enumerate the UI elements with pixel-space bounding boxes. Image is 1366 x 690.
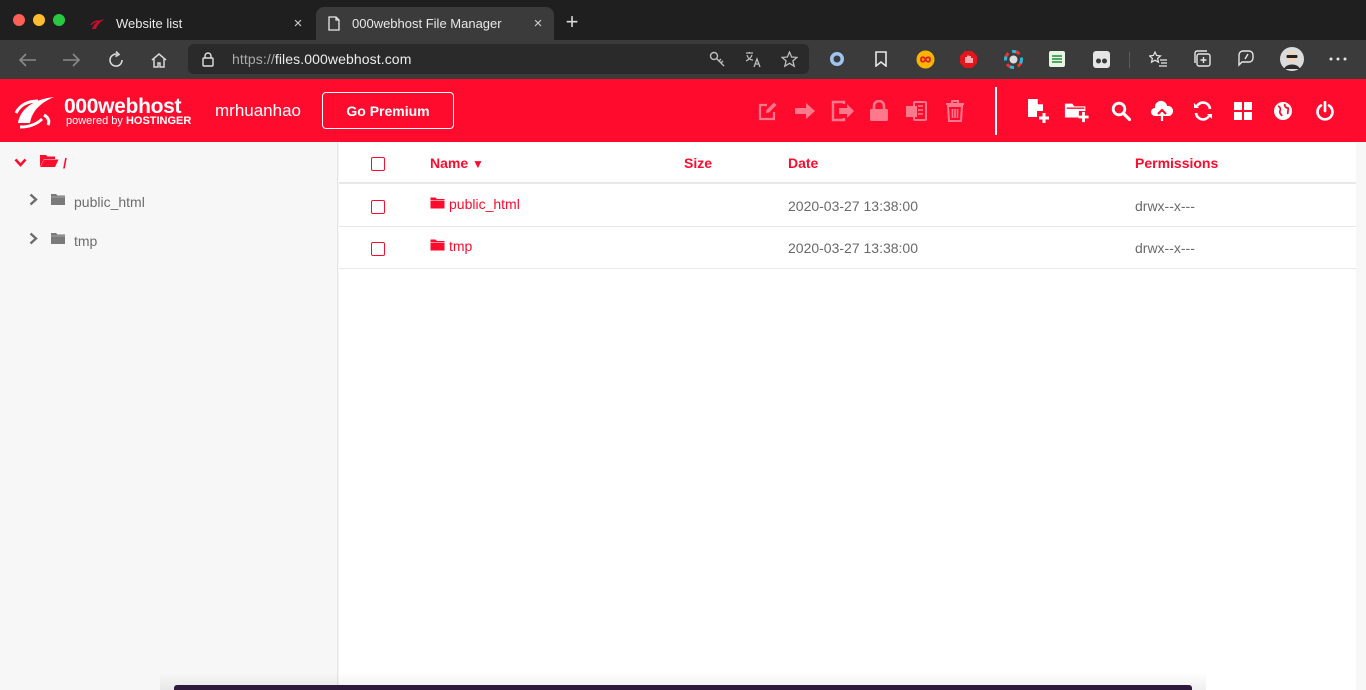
reload-icon[interactable] — [102, 46, 130, 74]
app-header: 000webhost powered by HOSTINGER mrhuanha… — [0, 79, 1366, 142]
page-icon — [326, 16, 342, 32]
file-date: 2020-03-27 13:38:00 — [788, 198, 918, 214]
tree-root-label: / — [63, 155, 67, 171]
favorite-star-icon[interactable] — [780, 50, 798, 68]
select-all-checkbox[interactable] — [371, 157, 385, 171]
globe-icon[interactable] — [1270, 98, 1296, 124]
home-icon[interactable] — [145, 46, 173, 74]
file-name-link[interactable]: tmp — [430, 238, 472, 254]
minimize-window-button[interactable] — [33, 14, 45, 26]
key-icon[interactable] — [708, 50, 726, 68]
favorites-list-icon[interactable] — [1148, 49, 1168, 69]
close-window-button[interactable] — [13, 14, 25, 26]
page-edge — [1356, 142, 1366, 690]
tab-file-manager[interactable]: 000webhost File Manager × — [316, 7, 554, 40]
address-bar[interactable]: https://files.000webhost.com — [188, 44, 809, 74]
tab-website-list[interactable]: Website list × — [80, 7, 314, 40]
browser-toolbar: https://files.000webhost.com — [0, 40, 1366, 79]
new-tab-button[interactable]: + — [562, 11, 582, 33]
tree-item-label: public_html — [74, 194, 145, 210]
search-icon[interactable] — [1108, 98, 1134, 124]
lock-icon — [202, 52, 214, 72]
upload-cloud-icon[interactable] — [1149, 98, 1175, 124]
file-list: Name ▼ Size Date Permissions public_html… — [339, 142, 1356, 690]
power-logout-icon[interactable] — [1312, 98, 1338, 124]
file-date: 2020-03-27 13:38:00 — [788, 240, 918, 256]
bookmark-icon[interactable] — [871, 49, 891, 69]
table-header: Name ▼ Size Date Permissions — [339, 142, 1356, 184]
tree-root[interactable]: / — [14, 152, 67, 174]
refresh-icon[interactable] — [1190, 98, 1216, 124]
profile-avatar[interactable] — [1280, 47, 1304, 71]
table-row[interactable]: public_html 2020-03-27 13:38:00 drwx--x-… — [339, 185, 1356, 227]
rename-edit-icon[interactable] — [755, 98, 781, 124]
copy-export-icon[interactable] — [830, 98, 856, 124]
forward-arrow-icon[interactable] — [57, 46, 85, 74]
file-name-link[interactable]: public_html — [430, 196, 520, 212]
color-picker-icon[interactable] — [1003, 49, 1023, 69]
tab-title: 000webhost File Manager — [352, 16, 502, 31]
reader-extension-icon[interactable] — [1091, 49, 1111, 69]
new-folder-icon[interactable] — [1064, 98, 1090, 124]
url-text: https://files.000webhost.com — [232, 51, 412, 67]
folder-icon — [430, 238, 445, 254]
tree-item-label: tmp — [74, 233, 98, 249]
folder-icon — [50, 232, 66, 250]
brand-tagline: powered by HOSTINGER — [66, 115, 192, 127]
file-permissions: drwx--x--- — [1135, 198, 1195, 214]
chevron-down-icon[interactable] — [14, 154, 27, 172]
column-size-header[interactable]: Size — [684, 155, 712, 171]
infinity-extension-icon[interactable] — [915, 49, 935, 69]
archive-icon[interactable] — [903, 98, 929, 124]
move-arrow-icon[interactable] — [792, 98, 818, 124]
table-row[interactable]: tmp 2020-03-27 13:38:00 drwx--x--- — [339, 227, 1356, 269]
folder-tree-sidebar: / public_html tmp — [0, 142, 338, 690]
back-arrow-icon[interactable] — [14, 46, 42, 74]
maximize-window-button[interactable] — [53, 14, 65, 26]
browser-tab-bar: Website list × 000webhost File Manager ×… — [0, 0, 1366, 40]
feedback-icon[interactable] — [1235, 49, 1255, 69]
column-permissions-header[interactable]: Permissions — [1135, 155, 1218, 171]
folder-icon — [50, 193, 66, 211]
bottom-panel-edge — [174, 685, 1192, 690]
translate-icon[interactable] — [744, 50, 762, 68]
delete-trash-icon[interactable] — [942, 98, 968, 124]
permissions-lock-icon[interactable] — [866, 98, 892, 124]
row-checkbox[interactable] — [371, 242, 385, 256]
row-checkbox[interactable] — [371, 200, 385, 214]
username: mrhuanhao — [215, 101, 302, 120]
header-divider — [995, 87, 997, 135]
folder-icon — [430, 196, 445, 212]
collections-icon[interactable] — [1192, 49, 1212, 69]
more-options-icon[interactable] — [1328, 49, 1348, 69]
tab-close-icon[interactable]: × — [528, 14, 548, 34]
chevron-right-icon[interactable] — [29, 193, 38, 211]
tab-title: Website list — [116, 16, 183, 31]
sheets-extension-icon[interactable] — [1047, 49, 1067, 69]
000webhost-favicon-icon — [90, 16, 106, 32]
toolbar-divider — [1129, 52, 1130, 68]
000webhost-logo-icon[interactable] — [14, 93, 58, 129]
tree-item-public-html[interactable]: public_html — [29, 191, 145, 213]
grid-view-icon[interactable] — [1230, 98, 1256, 124]
new-file-icon[interactable] — [1025, 98, 1051, 124]
adblock-hand-icon[interactable] — [958, 49, 978, 69]
sort-desc-icon[interactable]: ▼ — [472, 157, 484, 171]
column-name-header[interactable]: Name ▼ — [430, 155, 484, 171]
tab-close-icon[interactable]: × — [288, 14, 308, 34]
folder-open-icon — [39, 153, 59, 173]
chevron-right-icon[interactable] — [29, 232, 38, 250]
column-date-header[interactable]: Date — [788, 155, 818, 171]
tree-item-tmp[interactable]: tmp — [29, 230, 97, 252]
go-premium-button[interactable]: Go Premium — [322, 92, 454, 129]
extension-circle-icon[interactable] — [827, 49, 847, 69]
file-permissions: drwx--x--- — [1135, 240, 1195, 256]
